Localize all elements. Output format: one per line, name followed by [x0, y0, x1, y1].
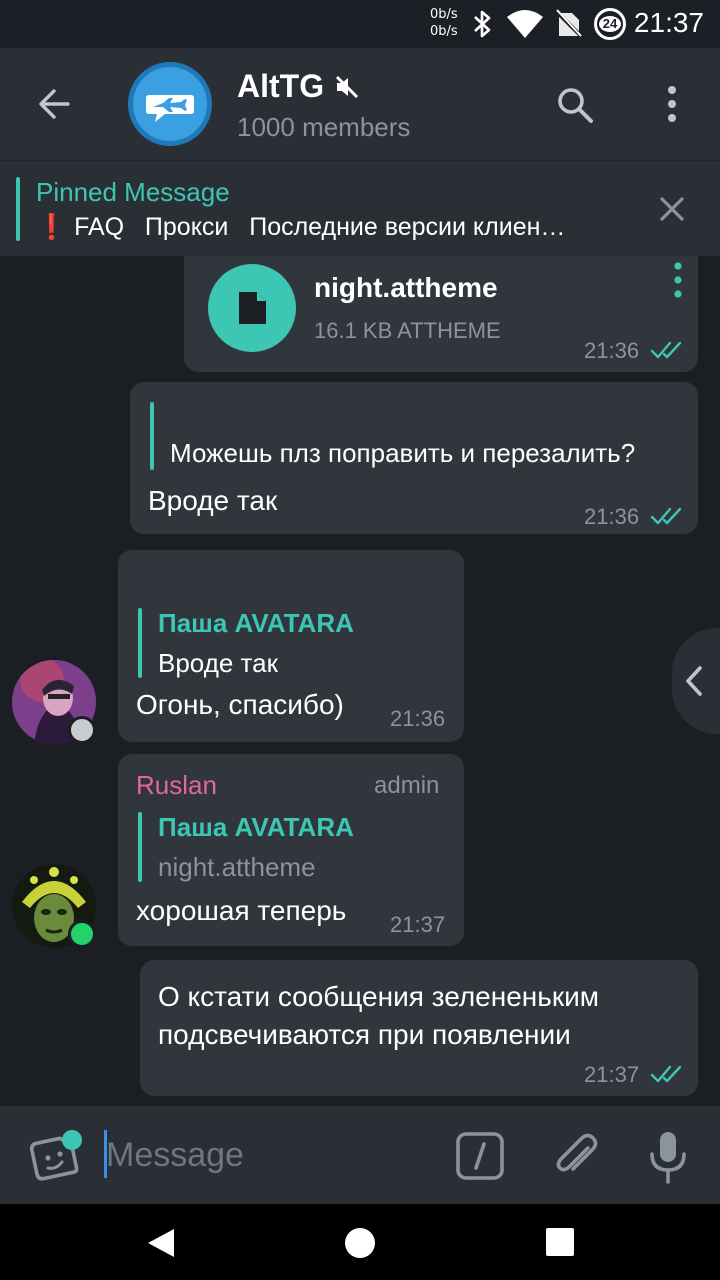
message-time: 21:36 [584, 504, 640, 529]
muted-speaker-icon [335, 75, 359, 99]
chat-title: AltTG [237, 68, 325, 104]
message-text-line2: подсвечиваются при появлении [158, 1019, 571, 1050]
double-check-icon [650, 507, 682, 525]
reply-quote-name: Паша AVATARA [158, 608, 354, 638]
member-count: 1000 members [237, 112, 411, 142]
data-saver-badge: 24 [599, 16, 621, 32]
net-up-label: 0b/s [430, 7, 458, 22]
offline-status-dot [68, 716, 96, 744]
pinned-title: Pinned Message [36, 177, 230, 207]
double-check-icon [650, 1065, 682, 1083]
message-text-line1: О кстати сообщения зелененьким [158, 981, 599, 1012]
net-down-label: 0b/s [430, 24, 458, 39]
status-clock: 21:37 [633, 7, 704, 38]
reply-accent-bar [138, 608, 142, 678]
file-icon [239, 292, 266, 324]
file-size: 16.1 KB ATTHEME [314, 318, 501, 343]
online-status-dot [68, 920, 96, 948]
group-avatar[interactable] [128, 62, 212, 146]
nav-recents-icon[interactable] [545, 1227, 575, 1257]
reply-quote-text: Можешь плз поправить и перезалить? [170, 438, 636, 468]
close-icon[interactable] [656, 193, 688, 225]
sticker-new-dot [62, 1130, 82, 1150]
message-composer [0, 1106, 720, 1204]
chevron-left-icon [686, 666, 702, 696]
file-name: night.attheme [314, 272, 498, 303]
message-text: Огонь, спасибо) [136, 689, 344, 720]
nav-home-icon[interactable] [343, 1226, 377, 1260]
back-arrow-icon[interactable] [32, 82, 76, 126]
status-bar: 0b/s 0b/s 24 21:37 [0, 0, 720, 48]
message-reply-bubble[interactable]: Паша AVATARA Вроде так Огонь, спасибо) 2… [118, 550, 464, 742]
message-time: 21:37 [390, 912, 446, 937]
message-list[interactable]: night.attheme 16.1 KB ATTHEME 21:36 Може… [0, 256, 720, 1106]
side-panel-handle[interactable] [672, 628, 720, 734]
double-check-icon [650, 341, 682, 359]
attach-icon[interactable] [552, 1130, 600, 1182]
bot-command-icon[interactable] [456, 1132, 504, 1180]
message-input[interactable] [106, 1128, 426, 1182]
more-vert-icon[interactable] [660, 82, 684, 126]
message-text: Вроде так [148, 485, 278, 516]
file-download-button[interactable] [208, 264, 296, 352]
search-icon[interactable] [554, 84, 596, 126]
file-menu-icon[interactable] [670, 260, 686, 300]
microphone-icon[interactable] [648, 1130, 688, 1184]
system-navigation-bar [0, 1204, 720, 1280]
message-reply-bubble[interactable]: Ruslan admin Паша AVATARA night.attheme … [118, 754, 464, 946]
message-reply-bubble[interactable]: Можешь плз поправить и перезалить? Вроде… [130, 382, 698, 534]
sender-name[interactable]: Ruslan [136, 770, 217, 801]
data-saver-icon: 24 [594, 8, 626, 40]
reply-quote-text: night.attheme [158, 852, 316, 882]
message-text-bubble[interactable]: О кстати сообщения зелененьким подсвечив… [140, 960, 698, 1096]
admin-badge: admin [374, 772, 440, 799]
reply-accent-bar [150, 402, 154, 470]
chat-header: AltTG 1000 members [0, 48, 720, 160]
jet-logo-icon [146, 95, 194, 122]
no-sim-icon [556, 9, 582, 39]
pinned-accent-bar [16, 177, 20, 241]
message-file-bubble[interactable]: night.attheme 16.1 KB ATTHEME 21:36 [184, 256, 698, 372]
message-text: хорошая теперь [136, 895, 347, 926]
pinned-text: ❗ FAQ Прокси Последние версии клиен… [36, 213, 566, 241]
message-time: 21:37 [584, 1062, 640, 1087]
reply-accent-bar [138, 812, 142, 882]
message-time: 21:36 [390, 706, 446, 731]
nav-back-icon[interactable] [144, 1226, 178, 1260]
bluetooth-icon [474, 10, 491, 38]
pinned-message-bar[interactable]: Pinned Message ❗ FAQ Прокси Последние ве… [0, 160, 720, 256]
reply-quote-name: Паша AVATARA [158, 812, 354, 842]
wifi-icon [507, 10, 543, 38]
network-speed: 0b/s 0b/s [430, 6, 458, 40]
message-time: 21:36 [584, 338, 640, 363]
reply-quote-text: Вроде так [158, 648, 278, 678]
